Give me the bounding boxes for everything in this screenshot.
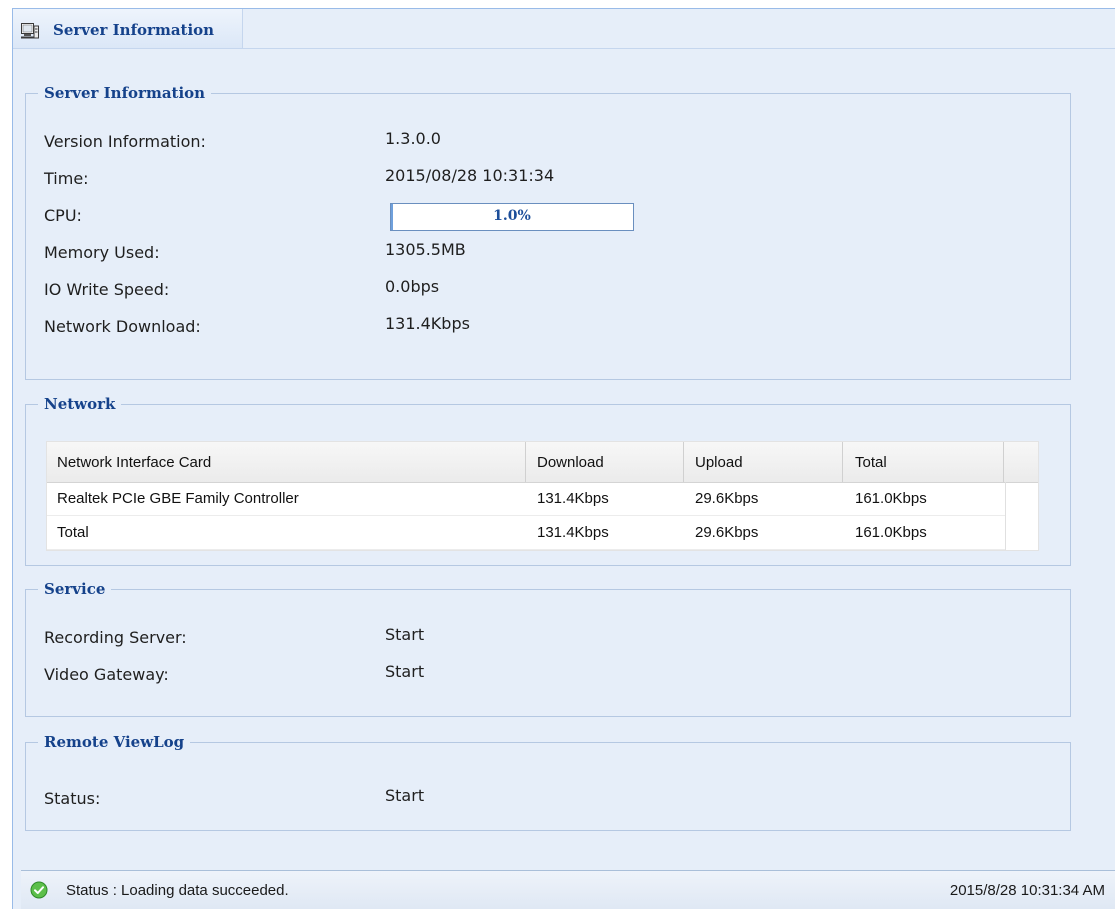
column-divider — [842, 442, 843, 482]
cpu-row: CPU: 1.0% — [44, 203, 1070, 232]
table-scroll-gutter — [1005, 482, 1006, 550]
video-gateway-row: Video Gateway: Start — [44, 662, 1070, 691]
remote-viewlog-status-row: Status: Start — [44, 786, 1070, 815]
cpu-label: CPU: — [44, 206, 82, 225]
version-label: Version Information: — [44, 132, 206, 151]
table-row[interactable]: Realtek PCIe GBE Family Controller 131.4… — [47, 482, 1005, 516]
total-cell: 161.0Kbps — [855, 490, 927, 507]
network-table: Network Interface Card Download Upload T… — [46, 441, 1039, 551]
download-cell: 131.4Kbps — [537, 490, 609, 507]
remote-viewlog-group-title: Remote ViewLog — [44, 733, 185, 751]
header-divider — [243, 48, 1115, 49]
column-header-download[interactable]: Download — [537, 454, 604, 471]
column-divider — [1003, 442, 1004, 482]
nic-cell: Total — [57, 524, 89, 541]
cpu-progress-text: 1.0% — [493, 208, 531, 224]
service-group: Service Recording Server: Start Video Ga… — [25, 580, 1071, 717]
total-cell: 161.0Kbps — [855, 524, 927, 541]
memory-label: Memory Used: — [44, 243, 160, 262]
io-write-row: IO Write Speed: 0.0bps — [44, 277, 1070, 306]
video-gateway-value: Start — [385, 662, 425, 681]
column-divider — [525, 442, 526, 482]
recording-server-row: Recording Server: Start — [44, 625, 1070, 654]
recording-server-label: Recording Server: — [44, 628, 187, 647]
status-timestamp: 2015/8/28 10:31:34 AM — [949, 882, 1105, 899]
download-cell: 131.4Kbps — [537, 524, 609, 541]
recording-server-value: Start — [385, 625, 425, 644]
check-circle-icon — [30, 881, 48, 899]
memory-row: Memory Used: 1305.5MB — [44, 240, 1070, 269]
panel-title: Server Information — [53, 21, 215, 39]
column-header-nic[interactable]: Network Interface Card — [57, 454, 211, 471]
server-console-icon — [21, 23, 39, 39]
version-row: Version Information: 1.3.0.0 — [44, 129, 1070, 158]
time-label: Time: — [44, 169, 89, 188]
remote-viewlog-status-label: Status: — [44, 789, 101, 808]
status-bar: Status : Loading data succeeded. 2015/8/… — [21, 870, 1115, 909]
network-download-label: Network Download: — [44, 317, 201, 336]
server-information-group-title: Server Information — [44, 84, 206, 102]
nic-cell: Realtek PCIe GBE Family Controller — [57, 490, 299, 507]
column-divider — [683, 442, 684, 482]
remote-viewlog-group: Remote ViewLog Status: Start — [25, 733, 1071, 831]
column-header-upload[interactable]: Upload — [695, 454, 743, 471]
upload-cell: 29.6Kbps — [695, 524, 759, 541]
service-group-title: Service — [44, 580, 106, 598]
status-message: Status : Loading data succeeded. — [66, 882, 289, 899]
video-gateway-label: Video Gateway: — [44, 665, 169, 684]
network-group-title: Network — [44, 395, 116, 413]
network-download-value: 131.4Kbps — [385, 314, 470, 333]
time-value: 2015/08/28 10:31:34 — [385, 166, 555, 185]
version-value: 1.3.0.0 — [385, 129, 441, 148]
remote-viewlog-status-value: Start — [385, 786, 425, 805]
column-header-total[interactable]: Total — [855, 454, 887, 471]
server-information-group: Server Information Version Information: … — [25, 84, 1071, 380]
table-row[interactable]: Total 131.4Kbps 29.6Kbps 161.0Kbps — [47, 516, 1005, 550]
time-row: Time: 2015/08/28 10:31:34 — [44, 166, 1070, 195]
upload-cell: 29.6Kbps — [695, 490, 759, 507]
network-group: Network Network Interface Card Download … — [25, 395, 1071, 566]
memory-value: 1305.5MB — [385, 240, 466, 259]
io-write-label: IO Write Speed: — [44, 280, 170, 299]
cpu-progress-bar: 1.0% — [390, 203, 634, 231]
panel-header: Server Information — [13, 9, 243, 49]
io-write-value: 0.0bps — [385, 277, 440, 296]
network-download-row: Network Download: 131.4Kbps — [44, 314, 1070, 343]
network-table-header: Network Interface Card Download Upload T… — [47, 442, 1038, 483]
